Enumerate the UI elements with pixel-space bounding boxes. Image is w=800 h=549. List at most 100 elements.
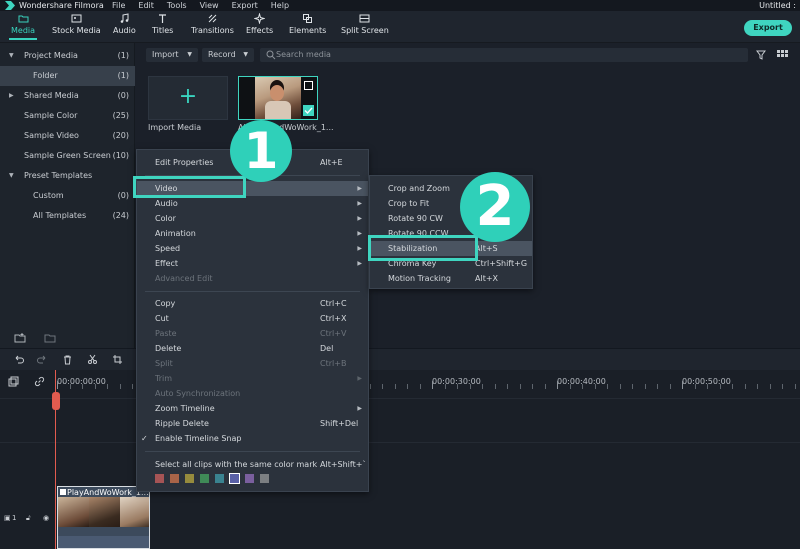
ruler-tick [469,384,471,389]
title-bar: Wondershare Filmora File Edit Tools View… [0,0,800,11]
menu-item-animation[interactable]: Animation ▶ [137,226,368,241]
color-mark-swatch[interactable] [215,474,224,483]
media-library-tree: ▼ Project Media (1) Folder (1) ▶ Shared … [0,43,135,348]
menu-help[interactable]: Help [271,0,289,11]
tree-item-all-templates[interactable]: All Templates (24) [0,206,135,226]
menu-file[interactable]: File [112,0,125,11]
menu-item-speed[interactable]: Speed ▶ [137,241,368,256]
crop-icon[interactable] [112,354,123,365]
import-dropdown[interactable]: Import ▼ [146,48,198,62]
scissors-icon[interactable] [87,354,98,365]
tab-stock-media[interactable]: Stock Media [52,13,101,35]
tab-titles[interactable]: Titles [152,13,173,35]
folder-icon [18,15,29,23]
ruler-tick [732,384,733,389]
menu-item-motion-tracking[interactable]: Motion Tracking Alt+X [370,271,532,286]
expand-arrow-icon[interactable]: ▼ [9,166,14,186]
ruler-tick [407,384,408,389]
playhead-handle[interactable] [52,392,60,410]
menu-item-select-same-color[interactable]: Select all clips with the same color mar… [137,457,368,472]
menu-item-enable-timeline-snap[interactable]: ✓ Enable Timeline Snap [137,431,368,446]
color-mark-swatch[interactable] [200,474,209,483]
expand-arrow-icon[interactable]: ▼ [9,46,14,66]
callout-step-1: 1 [230,120,292,182]
ruler-tick [557,381,558,389]
ruler-tick [432,381,433,389]
tab-media[interactable]: Media [8,13,38,40]
ruler-tick [619,384,621,389]
color-mark-swatch[interactable] [155,474,164,483]
lock-icon[interactable]: 🔓︎ [26,514,31,523]
folder-outline-icon[interactable] [44,333,56,343]
tree-item-sample-color[interactable]: Sample Color (25) [0,106,135,126]
menu-item-color[interactable]: Color ▶ [137,211,368,226]
app-name: Wondershare Filmora [19,1,104,10]
tree-item-sample-green-screen[interactable]: Sample Green Screen (10) [0,146,135,166]
import-media-tile[interactable]: + [148,76,228,120]
new-folder-icon[interactable] [14,333,26,343]
tree-item-folder[interactable]: Folder (1) [0,66,135,86]
menu-item-effect[interactable]: Effect ▶ [137,256,368,271]
ruler-tick [57,381,58,389]
tab-audio[interactable]: Audio [113,13,136,35]
menu-item-copy[interactable]: Copy Ctrl+C [137,296,368,311]
clip-frame [58,497,89,527]
tree-item-shared-media[interactable]: ▶ Shared Media (0) [0,86,135,106]
export-button[interactable]: Export [744,20,792,36]
menu-tools[interactable]: Tools [167,0,187,11]
tab-effects[interactable]: Effects [246,13,273,35]
ruler-tick [569,384,571,389]
menu-item-ripple-delete[interactable]: Ripple Delete Shift+Del [137,416,368,431]
menu-item-zoom-timeline[interactable]: Zoom Timeline ▶ [137,401,368,416]
timeline-clip[interactable]: PlayAndWoWork_1... [57,486,150,549]
add-track-icon[interactable] [8,376,19,387]
submenu-arrow-icon: ▶ [357,260,362,267]
menu-export[interactable]: Export [232,0,258,11]
color-mark-swatch[interactable] [245,474,254,483]
grid-view-icon[interactable] [777,50,789,60]
menu-item-split[interactable]: Split Ctrl+B [137,356,368,371]
ruler-tick [94,384,96,389]
checkmark-icon: ✓ [141,434,148,443]
ruler-tick [457,384,458,389]
tree-item-custom[interactable]: Custom (0) [0,186,135,206]
menu-item-auto-synchronization[interactable]: Auto Synchronization [137,386,368,401]
undo-icon[interactable] [13,354,24,365]
color-mark-swatch[interactable] [170,474,179,483]
delete-icon[interactable] [62,354,73,365]
eye-icon[interactable]: ◉ [43,514,49,522]
tab-split-screen[interactable]: Split Screen [341,13,389,35]
ruler-tick [757,384,758,389]
color-mark-swatch[interactable] [260,474,269,483]
color-mark-swatch[interactable] [229,473,240,484]
tree-item-project-media[interactable]: ▼ Project Media (1) [0,46,135,66]
split-screen-icon [359,14,370,23]
menu-item-advanced-edit[interactable]: Advanced Edit [137,271,368,286]
menu-item-cut[interactable]: Cut Ctrl+X [137,311,368,326]
video-clip-icon [60,489,66,495]
tab-elements[interactable]: Elements [289,13,326,35]
ruler-tick [607,384,608,389]
menu-item-audio[interactable]: Audio ▶ [137,196,368,211]
collapse-arrow-icon[interactable]: ▶ [9,86,14,106]
menu-view[interactable]: View [200,0,219,11]
menu-item-delete[interactable]: Delete Del [137,341,368,356]
record-dropdown[interactable]: Record ▼ [202,48,254,62]
link-icon[interactable] [34,376,45,387]
media-clip-thumbnail[interactable] [238,76,318,120]
tab-transitions[interactable]: Transitions [191,13,234,35]
submenu-arrow-icon: ▶ [357,405,362,412]
search-input[interactable]: Search media [260,48,748,62]
clip-thumbnail-image [255,77,301,119]
tree-item-sample-video[interactable]: Sample Video (20) [0,126,135,146]
filter-icon[interactable] [756,50,766,60]
menu-edit[interactable]: Edit [138,0,154,11]
ruler-tick [694,384,696,389]
tree-item-preset-templates[interactable]: ▼ Preset Templates [0,166,135,186]
submenu-arrow-icon: ▶ [357,185,362,192]
menu-item-trim[interactable]: Trim ▶ [137,371,368,386]
redo-icon[interactable] [37,354,48,365]
ruler-tick [494,384,496,389]
color-mark-swatch[interactable] [185,474,194,483]
menu-item-paste[interactable]: Paste Ctrl+V [137,326,368,341]
